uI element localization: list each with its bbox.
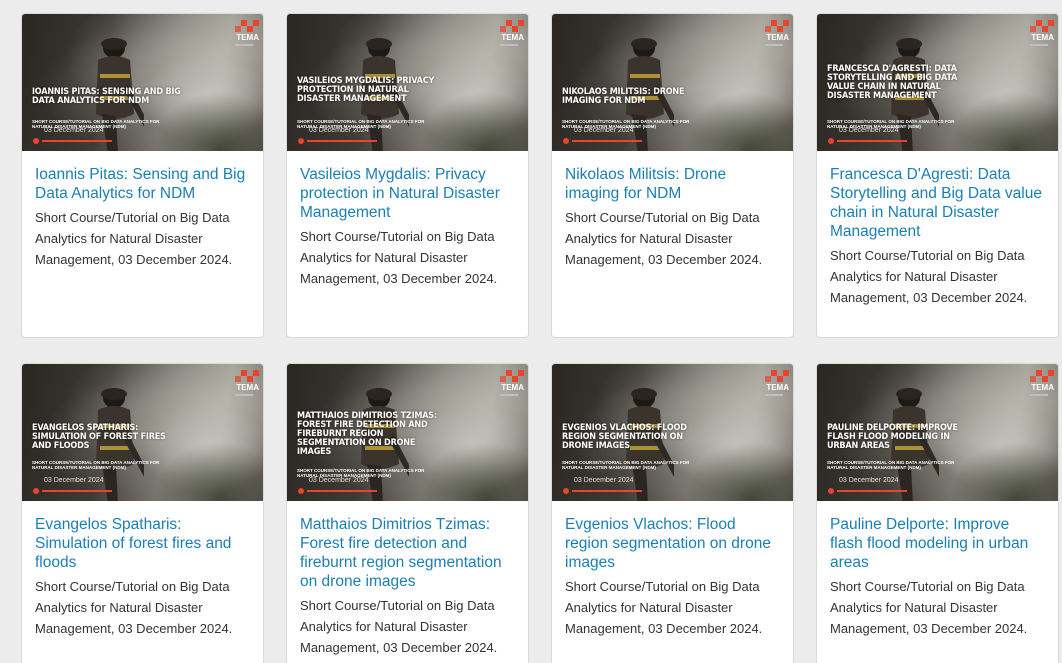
- progress-line: [307, 140, 377, 142]
- card-title-link[interactable]: Vasileios Mygdalis: Privacy protection i…: [300, 165, 515, 222]
- card-title-link[interactable]: Nikolaos Militsis: Drone imaging for NDM: [565, 165, 780, 203]
- card-body: Ioannis Pitas: Sensing and Big Data Anal…: [22, 151, 263, 270]
- thumbnail-subtitle: Short Course/Tutorial on Big Data Analyt…: [562, 460, 690, 470]
- course-card-grid: TEMA Ioannis Pitas: Sensing and Big Data…: [21, 13, 1059, 663]
- progress-dot: [828, 488, 834, 494]
- tema-logo-text: TEMA: [236, 33, 259, 42]
- progress-line: [572, 490, 642, 492]
- progress-dot: [33, 138, 39, 144]
- card-title-link[interactable]: Francesca D'Agresti: Data Storytelling a…: [830, 165, 1045, 241]
- thumbnail-subtitle: Short Course/Tutorial on Big Data Analyt…: [827, 460, 955, 470]
- card-body: Nikolaos Militsis: Drone imaging for NDM…: [552, 151, 793, 270]
- tema-logo: TEMA: [492, 20, 524, 50]
- card-thumbnail[interactable]: TEMA Francesca D'Agresti: Data Storytell…: [817, 14, 1058, 151]
- card-body: Evangelos Spatharis: Simulation of fores…: [22, 501, 263, 639]
- thumbnail-title: Nikolaos Militsis: Drone Imaging for NDM: [562, 87, 685, 106]
- tema-logo: TEMA: [492, 370, 524, 400]
- tema-logo: TEMA: [1022, 20, 1054, 50]
- card-thumbnail[interactable]: TEMA Matthaios Dimitrios Tzimas: Forest …: [287, 364, 528, 501]
- tema-logo-text: TEMA: [1031, 383, 1054, 392]
- card-description: Short Course/Tutorial on Big Data Analyt…: [300, 598, 498, 655]
- tema-logo: TEMA: [757, 20, 789, 50]
- tema-logo-text: TEMA: [236, 383, 259, 392]
- card-description: Short Course/Tutorial on Big Data Analyt…: [565, 579, 763, 636]
- card-title-link[interactable]: Pauline Delporte: Improve flash flood mo…: [830, 515, 1045, 572]
- card-title-link[interactable]: Evangelos Spatharis: Simulation of fores…: [35, 515, 250, 572]
- course-card: TEMA Evgenios Vlachos: Flood Region Segm…: [551, 363, 794, 663]
- thumbnail-date: 03 December 2024: [44, 127, 104, 134]
- progress-dot: [563, 138, 569, 144]
- card-body: Vasileios Mygdalis: Privacy protection i…: [287, 151, 528, 289]
- thumbnail-title: Matthaios Dimitrios Tzimas: Forest Fire …: [297, 411, 437, 457]
- progress-line: [42, 140, 112, 142]
- progress-dot: [298, 138, 304, 144]
- tema-logo: TEMA: [227, 20, 259, 50]
- progress-line: [42, 490, 112, 492]
- thumbnail-title: Evangelos Spatharis: Simulation of Fores…: [32, 423, 166, 451]
- course-card: TEMA Evangelos Spatharis: Simulation of …: [21, 363, 264, 663]
- thumbnail-date: 03 December 2024: [574, 477, 634, 484]
- thumbnail-title: Evgenios Vlachos: Flood Region Segmentat…: [562, 423, 687, 451]
- card-description: Short Course/Tutorial on Big Data Analyt…: [830, 579, 1028, 636]
- card-title-link[interactable]: Matthaios Dimitrios Tzimas: Forest fire …: [300, 515, 515, 591]
- thumbnail-date: 03 December 2024: [839, 127, 899, 134]
- progress-dot: [563, 488, 569, 494]
- thumbnail-date: 03 December 2024: [44, 477, 104, 484]
- thumbnail-date: 03 December 2024: [309, 127, 369, 134]
- tema-logo-text: TEMA: [766, 383, 789, 392]
- progress-dot: [828, 138, 834, 144]
- progress-line: [572, 140, 642, 142]
- card-title-link[interactable]: Ioannis Pitas: Sensing and Big Data Anal…: [35, 165, 250, 203]
- card-thumbnail[interactable]: TEMA Evangelos Spatharis: Simulation of …: [22, 364, 263, 501]
- card-body: Francesca D'Agresti: Data Storytelling a…: [817, 151, 1058, 308]
- card-body: Matthaios Dimitrios Tzimas: Forest fire …: [287, 501, 528, 658]
- thumbnail-title: Vasileios Mygdalis: Privacy Protection i…: [297, 76, 435, 104]
- course-card: TEMA Ioannis Pitas: Sensing and Big Data…: [21, 13, 264, 338]
- progress-dot: [33, 488, 39, 494]
- card-description: Short Course/Tutorial on Big Data Analyt…: [300, 229, 498, 286]
- card-thumbnail[interactable]: TEMA Vasileios Mygdalis: Privacy Protect…: [287, 14, 528, 151]
- progress-line: [837, 490, 907, 492]
- progress-line: [837, 140, 907, 142]
- card-description: Short Course/Tutorial on Big Data Analyt…: [830, 248, 1028, 305]
- tema-logo: TEMA: [1022, 370, 1054, 400]
- progress-dot: [298, 488, 304, 494]
- course-card: TEMA Pauline Delporte: Improve Flash Flo…: [816, 363, 1059, 663]
- card-thumbnail[interactable]: TEMA Nikolaos Militsis: Drone Imaging fo…: [552, 14, 793, 151]
- course-card: TEMA Francesca D'Agresti: Data Storytell…: [816, 13, 1059, 338]
- card-title-link[interactable]: Evgenios Vlachos: Flood region segmentat…: [565, 515, 780, 572]
- card-thumbnail[interactable]: TEMA Ioannis Pitas: Sensing and Big Data…: [22, 14, 263, 151]
- thumbnail-date: 03 December 2024: [574, 127, 634, 134]
- card-thumbnail[interactable]: TEMA Evgenios Vlachos: Flood Region Segm…: [552, 364, 793, 501]
- tema-logo-text: TEMA: [766, 33, 789, 42]
- thumbnail-title: Ioannis Pitas: Sensing and Big Data Anal…: [32, 87, 181, 106]
- thumbnail-title: Pauline Delporte: Improve Flash Flood Mo…: [827, 423, 958, 451]
- card-description: Short Course/Tutorial on Big Data Analyt…: [565, 210, 763, 267]
- card-body: Pauline Delporte: Improve flash flood mo…: [817, 501, 1058, 639]
- tema-logo-text: TEMA: [501, 383, 524, 392]
- thumbnail-date: 03 December 2024: [839, 477, 899, 484]
- thumbnail-title: Francesca D'Agresti: Data Storytelling a…: [827, 64, 958, 101]
- tema-logo: TEMA: [227, 370, 259, 400]
- course-card: TEMA Vasileios Mygdalis: Privacy Protect…: [286, 13, 529, 338]
- course-card: TEMA Nikolaos Militsis: Drone Imaging fo…: [551, 13, 794, 338]
- card-thumbnail[interactable]: TEMA Pauline Delporte: Improve Flash Flo…: [817, 364, 1058, 501]
- course-card: TEMA Matthaios Dimitrios Tzimas: Forest …: [286, 363, 529, 663]
- thumbnail-date: 03 December 2024: [309, 477, 369, 484]
- tema-logo: TEMA: [757, 370, 789, 400]
- card-description: Short Course/Tutorial on Big Data Analyt…: [35, 210, 233, 267]
- tema-logo-text: TEMA: [1031, 33, 1054, 42]
- progress-line: [307, 490, 377, 492]
- card-body: Evgenios Vlachos: Flood region segmentat…: [552, 501, 793, 639]
- thumbnail-subtitle: Short Course/Tutorial on Big Data Analyt…: [32, 460, 160, 470]
- tema-logo-text: TEMA: [501, 33, 524, 42]
- card-description: Short Course/Tutorial on Big Data Analyt…: [35, 579, 233, 636]
